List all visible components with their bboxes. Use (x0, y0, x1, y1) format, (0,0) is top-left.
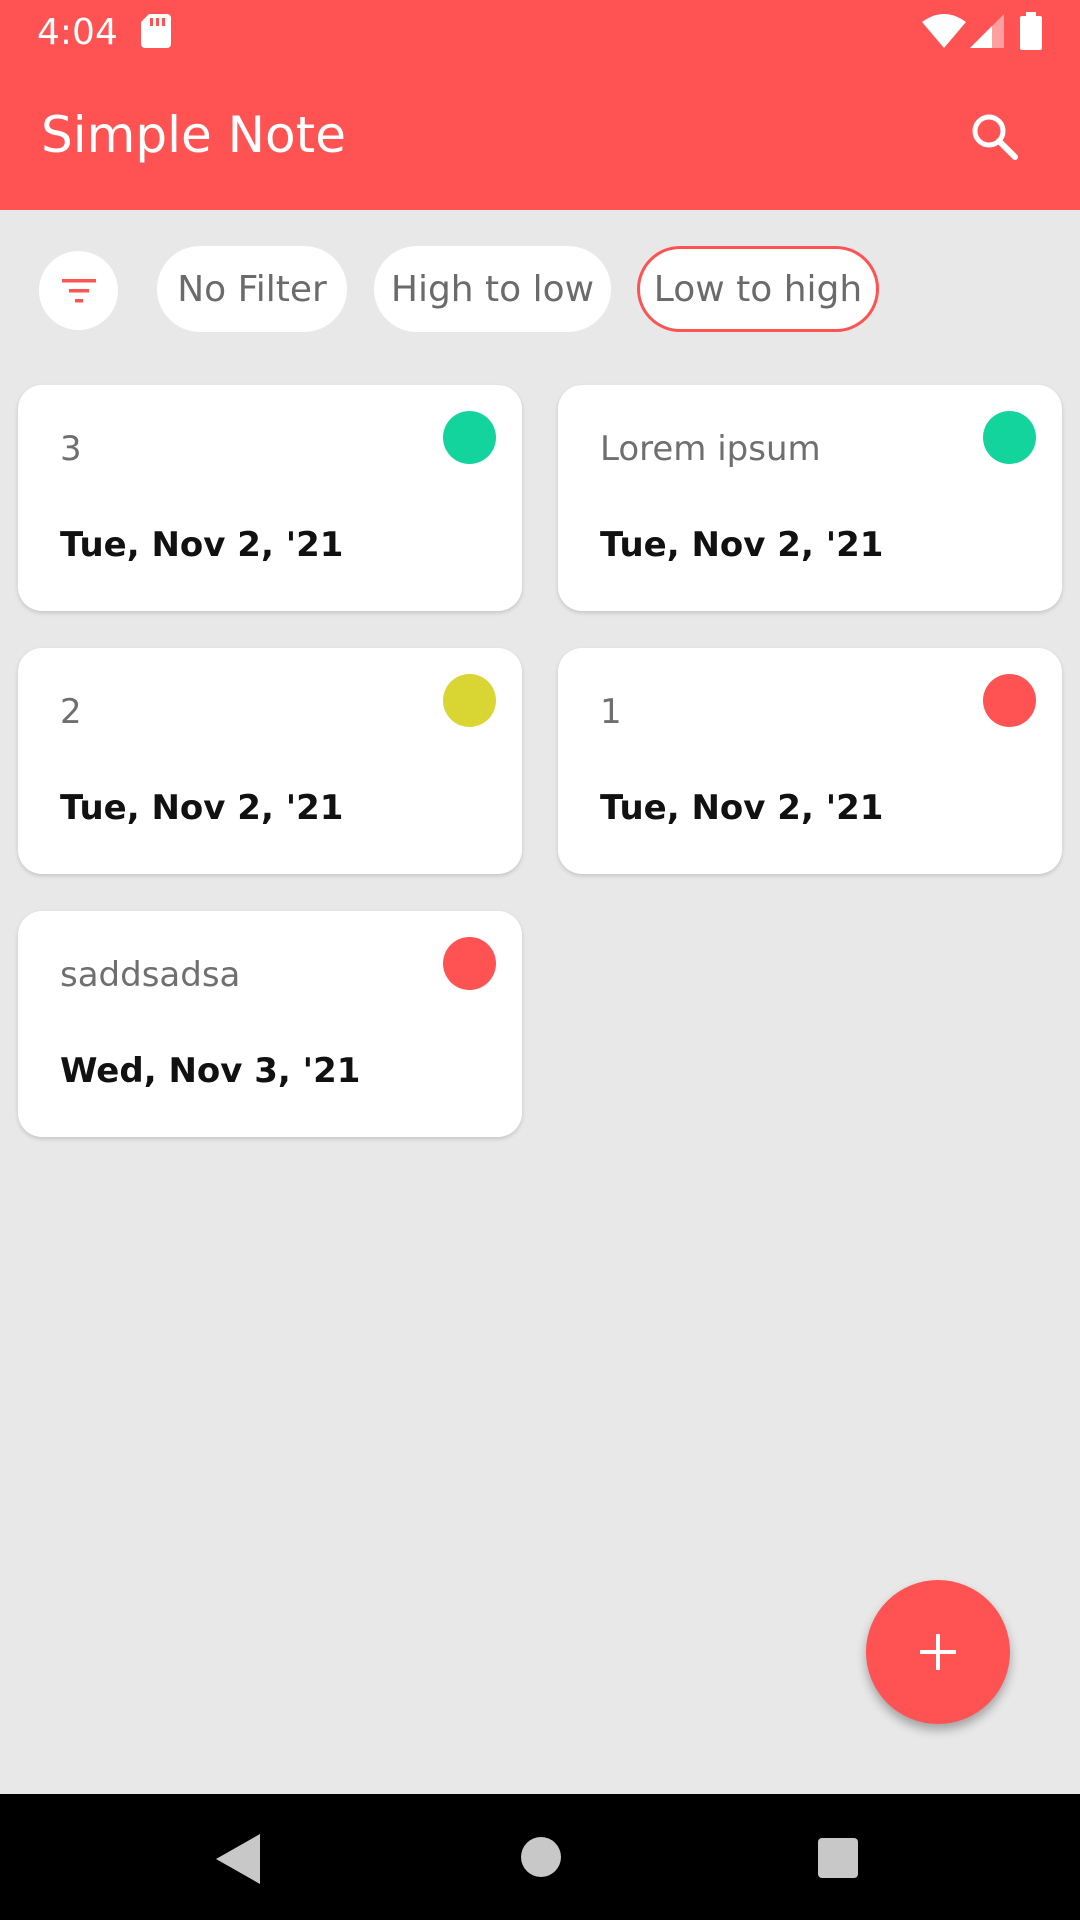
home-icon[interactable] (521, 1837, 561, 1877)
chip-no-filter[interactable]: No Filter (157, 246, 347, 332)
signal-icon (970, 14, 1004, 48)
note-title: saddsadsa (60, 955, 241, 995)
note-title: 2 (60, 692, 82, 732)
note-color-dot (983, 674, 1036, 727)
app-bar: 4:04 Simple Note (0, 0, 1080, 210)
search-icon[interactable] (968, 110, 1022, 164)
note-date: Tue, Nov 2, '21 (600, 525, 884, 565)
note-title: Lorem ipsum (600, 429, 821, 469)
app-title: Simple Note (41, 106, 346, 164)
plus-icon (920, 1634, 956, 1670)
battery-icon (1020, 12, 1042, 50)
note-color-dot (443, 411, 496, 464)
back-icon[interactable] (216, 1834, 260, 1884)
note-date: Tue, Nov 2, '21 (600, 788, 884, 828)
wifi-icon (922, 14, 966, 48)
note-card[interactable]: saddsadsa Wed, Nov 3, '21 (18, 911, 522, 1137)
note-date: Tue, Nov 2, '21 (60, 525, 344, 565)
note-color-dot (983, 411, 1036, 464)
chip-low-to-high[interactable]: Low to high (637, 246, 879, 332)
filter-icon (61, 278, 96, 302)
sd-card-icon (141, 14, 171, 48)
note-title: 3 (60, 429, 82, 469)
note-date: Wed, Nov 3, '21 (60, 1051, 361, 1091)
recents-icon[interactable] (818, 1838, 858, 1878)
status-bar: 4:04 (0, 0, 1080, 63)
note-card[interactable]: 1 Tue, Nov 2, '21 (558, 648, 1062, 874)
chip-label: High to low (390, 268, 595, 310)
note-card[interactable]: Lorem ipsum Tue, Nov 2, '21 (558, 385, 1062, 611)
note-color-dot (443, 674, 496, 727)
note-card[interactable]: 3 Tue, Nov 2, '21 (18, 385, 522, 611)
chip-label: Low to high (653, 268, 863, 310)
note-card[interactable]: 2 Tue, Nov 2, '21 (18, 648, 522, 874)
note-date: Tue, Nov 2, '21 (60, 788, 344, 828)
status-time: 4:04 (37, 12, 118, 53)
chip-label: No Filter (177, 268, 327, 310)
chip-high-to-low[interactable]: High to low (374, 246, 611, 332)
note-color-dot (443, 937, 496, 990)
filter-button[interactable] (39, 251, 118, 330)
note-title: 1 (600, 692, 622, 732)
add-note-button[interactable] (866, 1580, 1010, 1724)
